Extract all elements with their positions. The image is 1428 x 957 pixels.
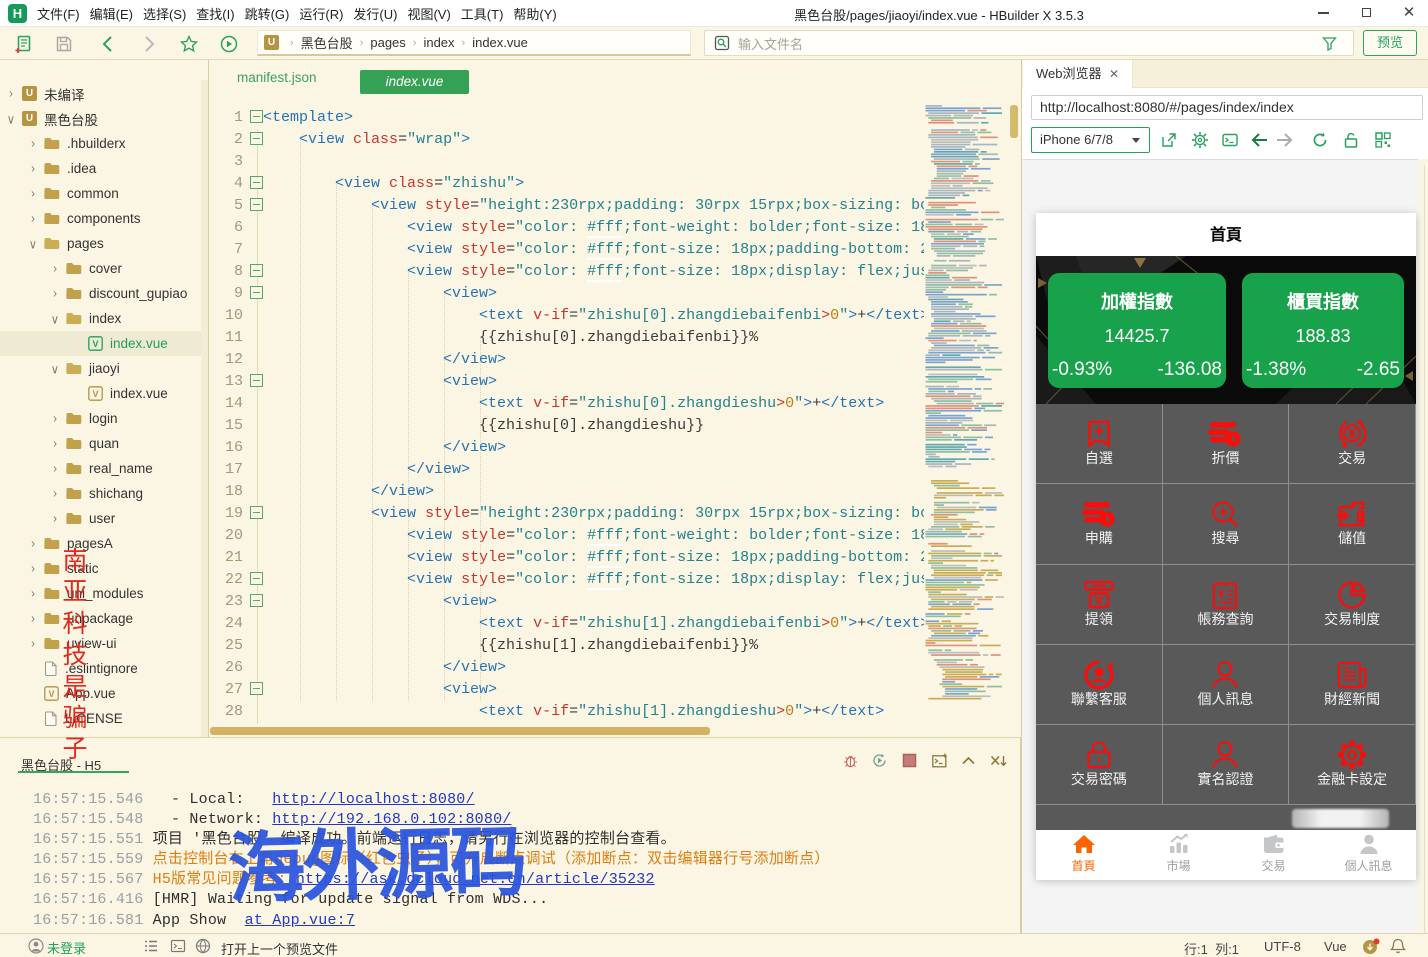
svg-text:V: V — [92, 389, 98, 399]
svg-text:V: V — [48, 689, 54, 699]
svg-text:V: V — [92, 339, 98, 349]
